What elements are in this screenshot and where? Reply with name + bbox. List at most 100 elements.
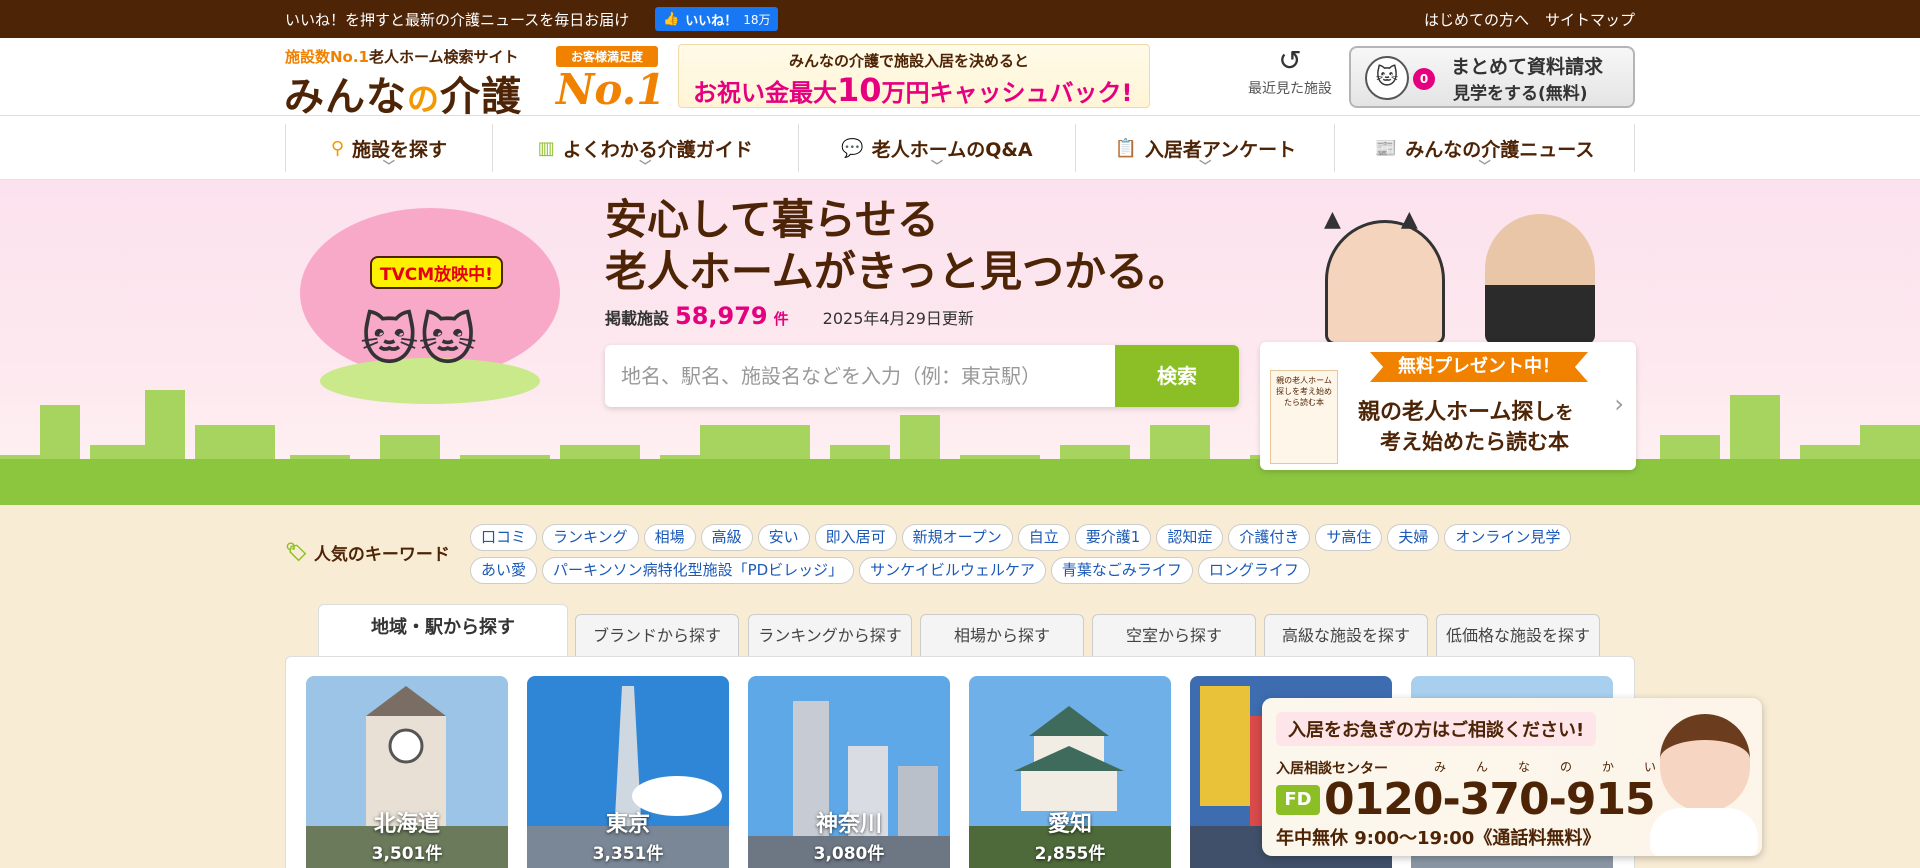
- cart-count-badge: 0: [1413, 68, 1435, 90]
- book-icon: ▥: [537, 137, 555, 159]
- cashback-line2: お祝い金最大10万円キャッシュバック!: [693, 71, 1132, 109]
- tvcm-sign: TVCM放映中!: [370, 256, 503, 289]
- like-label: いいね！: [685, 13, 738, 29]
- nav-item-survey[interactable]: 📋 入居者アンケート ﹀: [1076, 124, 1336, 173]
- woman-with-cat-ears: ▲▲: [1324, 207, 1445, 345]
- keyword-chip[interactable]: 相場: [643, 524, 696, 551]
- nav-item-qa[interactable]: 💬 老人ホームのQ&A ﹀: [799, 124, 1077, 173]
- operator-head: [1660, 714, 1750, 812]
- chat-icon: 💬: [841, 137, 864, 159]
- search-button[interactable]: 検索: [1115, 345, 1239, 407]
- vest: [1485, 285, 1595, 345]
- facility-search-form: 検索: [605, 345, 1239, 407]
- history-icon: ↺: [1278, 44, 1302, 77]
- keyword-chip[interactable]: サ高住: [1315, 524, 1383, 551]
- keyword-chip[interactable]: あい愛: [470, 557, 538, 584]
- chevron-down-icon: ﹀: [930, 159, 944, 173]
- keyword-list: 口コミ ランキング 相場 高級 安い 即入居可 新規オープン 自立 要介護1 認…: [470, 524, 1640, 584]
- region-card-hokkaido[interactable]: 北海道 3,501件: [306, 676, 508, 868]
- cta-line2: 見学をする(無料): [1453, 84, 1588, 104]
- keyword-chip[interactable]: 即入居可: [814, 524, 897, 551]
- hero-section: TVCM放映中! 🐱🐱 安心して暮らせる 老人ホームがきっと見つかる。 掲載施設…: [0, 180, 1920, 505]
- search-input[interactable]: [605, 345, 1115, 407]
- keyword-chip[interactable]: 高級: [700, 524, 753, 551]
- keyword-chip[interactable]: 口コミ: [470, 524, 538, 551]
- tag-icon: 🏷: [285, 542, 308, 563]
- tab-area-station[interactable]: 地域・駅から探す: [318, 604, 568, 658]
- nav-label: 入居者アンケート: [1144, 138, 1297, 161]
- region-card-tokyo[interactable]: 東京 3,351件: [527, 676, 729, 868]
- keyword-chip[interactable]: パーキンソン病特化型施設「PDビレッジ」: [542, 557, 855, 584]
- keyword-chip[interactable]: 夫婦: [1387, 524, 1440, 551]
- gift-line1-main: 親の老人ホーム探し: [1358, 400, 1556, 425]
- facebook-like-button[interactable]: 👍 いいね！ 18万: [655, 7, 779, 31]
- keyword-chip[interactable]: 介護付き: [1228, 524, 1311, 551]
- keyword-chip[interactable]: 要介護1: [1074, 524, 1152, 551]
- tab-luxury[interactable]: 高級な施設を探す: [1264, 614, 1428, 658]
- hero-title-line2: 老人ホームがきっと見つかる。: [605, 247, 1191, 296]
- request-documents-button[interactable]: 🐱 0 まとめて資料請求 見学をする(無料): [1349, 46, 1635, 108]
- nav-label: みんなの介護ニュース: [1405, 138, 1595, 161]
- tab-vacancy[interactable]: 空室から探す: [1092, 614, 1256, 658]
- tvcm-illustration: TVCM放映中! 🐱🐱: [300, 208, 570, 408]
- search-tabs: 地域・駅から探す ブランドから探す ランキングから探す 相場から探す 空室から探…: [318, 604, 1608, 658]
- keyword-chip[interactable]: 認知症: [1156, 524, 1224, 551]
- book-cover-image: 親の老人ホーム探しを考え始めたら読む本: [1270, 370, 1338, 464]
- stats-label: 掲載施設: [605, 309, 670, 328]
- keyword-chip[interactable]: 新規オープン: [901, 524, 1013, 551]
- tab-low-price[interactable]: 低価格な施設を探す: [1436, 614, 1600, 658]
- keyword-chip[interactable]: ランキング: [542, 524, 639, 551]
- book-cover-text: 親の老人ホーム探しを考え始めたら読む本: [1276, 376, 1332, 407]
- keyword-chip[interactable]: 自立: [1017, 524, 1070, 551]
- nav-item-guide[interactable]: ▥ よくわかる介護ガイド ﹀: [493, 124, 799, 173]
- listing-stats: 掲載施設 58,979 件 2025年4月29日更新: [605, 302, 974, 330]
- badge-no1: No.1: [556, 65, 666, 114]
- site-logo[interactable]: みんなの介護: [284, 64, 522, 122]
- nav-label: 施設を探す: [352, 138, 448, 161]
- top-links: はじめての方へ サイトマップ: [1424, 9, 1635, 30]
- region-name: 愛知: [1047, 812, 1092, 837]
- elderly-man: [1485, 214, 1595, 345]
- tab-ranking[interactable]: ランキングから探す: [748, 614, 912, 658]
- cat-ears-icon: ▲▲: [1324, 207, 1478, 232]
- region-card-kanagawa[interactable]: 神奈川 3,080件: [748, 676, 950, 868]
- badge-ribbon: お客様満足度: [556, 46, 658, 67]
- free-book-banner[interactable]: 親の老人ホーム探しを考え始めたら読む本 無料プレゼント中！ 親の老人ホーム探しを…: [1260, 342, 1636, 470]
- keyword-chip[interactable]: オンライン見学: [1444, 524, 1572, 551]
- chevron-down-icon: ﹀: [639, 159, 652, 173]
- cashback-line1: みんなの介護で施設入居を決めると: [789, 52, 1030, 70]
- region-name: 北海道: [373, 812, 440, 837]
- nav-item-search[interactable]: ⚲ 施設を探す ﹀: [286, 124, 493, 173]
- tab-price-range[interactable]: 相場から探す: [920, 614, 1084, 658]
- cashback-banner[interactable]: みんなの介護で施設入居を決めると お祝い金最大10万円キャッシュバック!: [678, 44, 1150, 109]
- nav-items: ⚲ 施設を探す ﹀ ▥ よくわかる介護ガイド ﹀ 💬 老人ホームのQ&A ﹀ 📋…: [285, 124, 1635, 173]
- cat-mascot-icon: 🐱: [1365, 56, 1409, 100]
- nav-item-news[interactable]: 📰 みんなの介護ニュース ﹀: [1335, 124, 1635, 173]
- region-label: 東京 3,351件: [527, 806, 729, 864]
- consultation-widget[interactable]: 入居をお急ぎの方はご相談ください! 入居相談センター みんなのかいご FD 01…: [1262, 698, 1762, 856]
- cat-mascots-icon: 🐱🐱: [360, 308, 477, 373]
- link-first-time[interactable]: はじめての方へ: [1424, 9, 1529, 30]
- nav-label: よくわかる介護ガイド: [562, 138, 753, 161]
- keyword-chip[interactable]: 青葉なごみライフ: [1050, 557, 1193, 584]
- gift-line1: 親の老人ホーム探しを: [1358, 394, 1573, 426]
- region-name: 神奈川: [815, 812, 882, 837]
- keyword-chip[interactable]: 安い: [757, 524, 810, 551]
- thumbs-up-icon: 👍: [663, 11, 680, 27]
- link-sitemap[interactable]: サイトマップ: [1545, 9, 1635, 30]
- top-message: いいね！を押すと最新の介護ニュースを毎日お届け: [285, 11, 630, 29]
- phone-number[interactable]: FD 0120-370-915: [1276, 774, 1656, 825]
- hero-title-line1: 安心して暮らせる: [605, 195, 939, 244]
- keyword-chip[interactable]: サンケイビルウェルケア: [859, 557, 1046, 584]
- recent-viewed-button[interactable]: ↺ 最近見た施設: [1240, 44, 1340, 98]
- chevron-down-icon: ﹀: [1478, 159, 1491, 173]
- nav-label: 老人ホームのQ&A: [871, 138, 1033, 161]
- gift-ribbon: 無料プレゼント中！: [1370, 352, 1588, 382]
- clipboard-icon: 📋: [1114, 137, 1137, 159]
- tab-brand[interactable]: ブランドから探す: [575, 614, 739, 658]
- logo-part-2: の: [407, 80, 441, 118]
- keyword-chip[interactable]: ロングライフ: [1197, 557, 1310, 584]
- region-count: 3,501件: [371, 844, 443, 864]
- region-card-aichi[interactable]: 愛知 2,855件: [969, 676, 1171, 868]
- logo-part-3: 介護: [440, 73, 523, 120]
